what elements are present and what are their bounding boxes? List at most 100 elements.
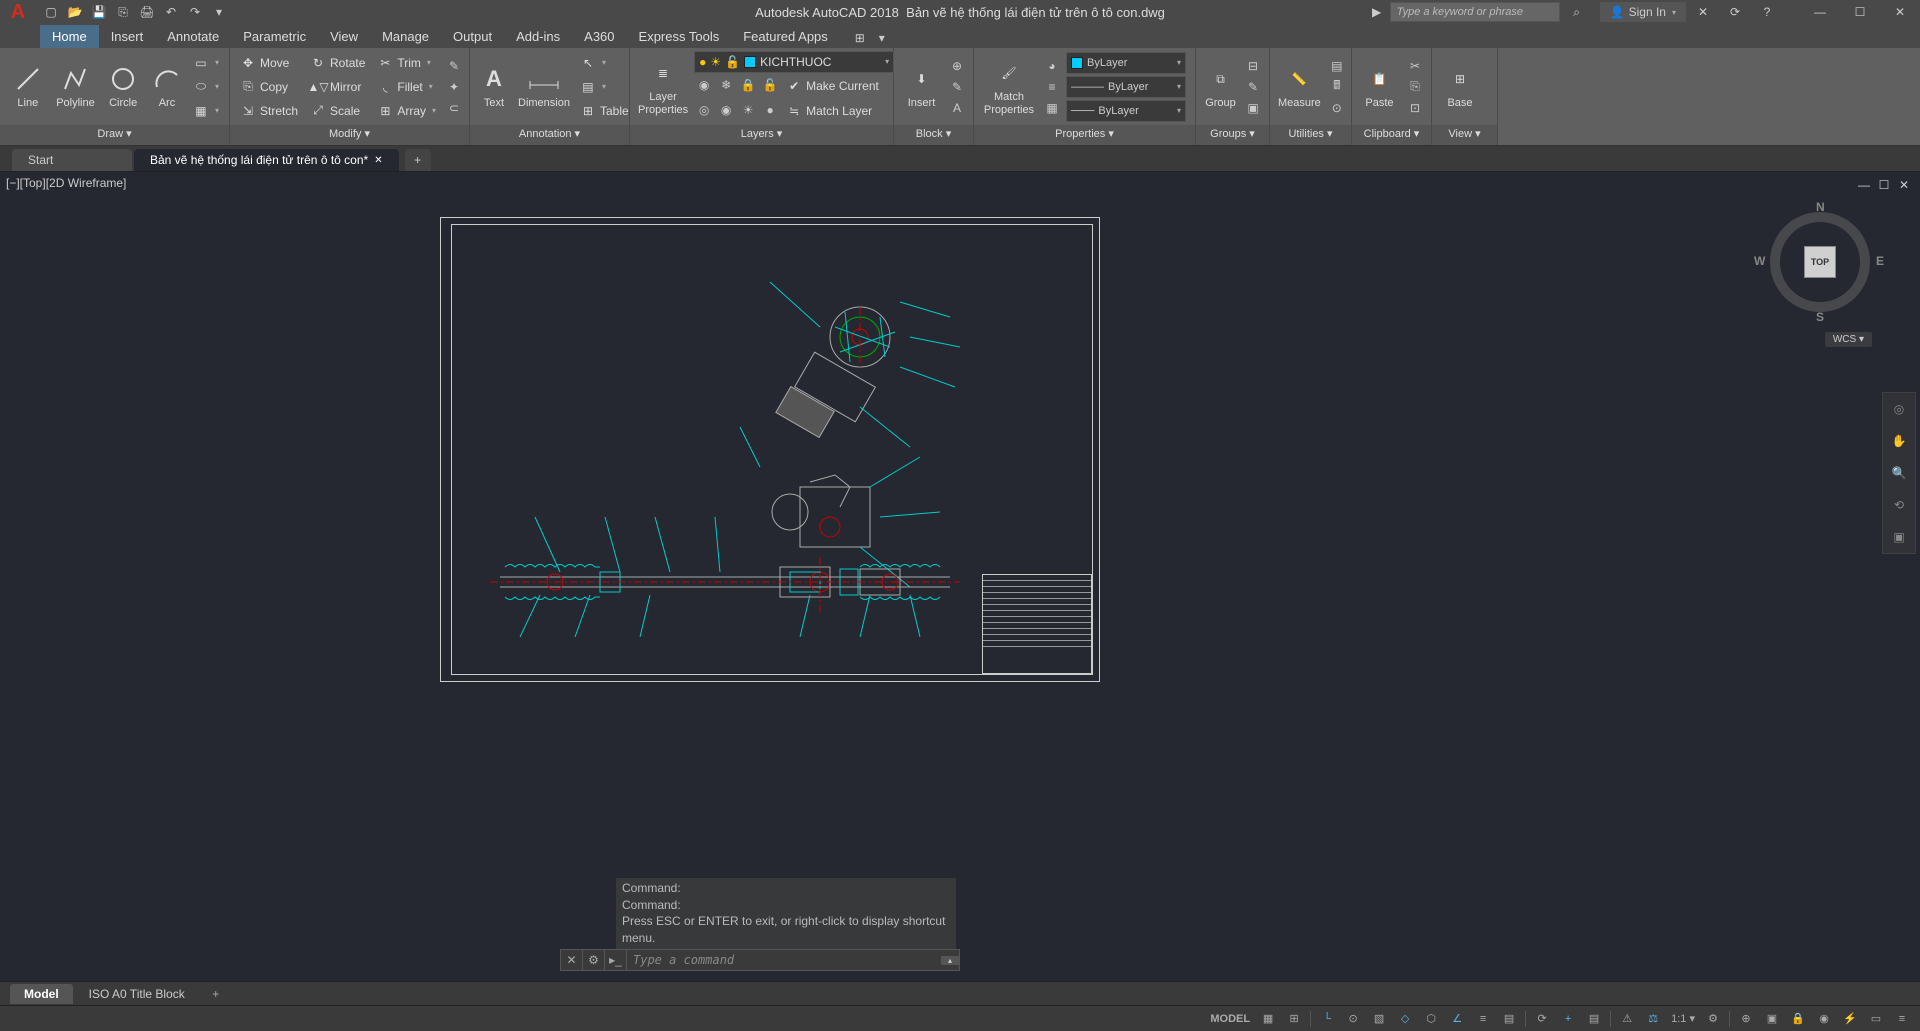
stretch-button[interactable]: ⇲Stretch (236, 99, 302, 122)
array-button[interactable]: ⊞Array▾ (373, 99, 440, 122)
viewcube-top[interactable]: TOP (1804, 246, 1836, 278)
layeruniso-icon[interactable]: ◉ (716, 100, 736, 120)
status-model[interactable]: MODEL (1206, 1008, 1254, 1030)
compass-e[interactable]: E (1876, 254, 1884, 268)
pan-icon[interactable]: ✋ (1883, 425, 1915, 457)
zoom-icon[interactable]: 🔍 (1883, 457, 1915, 489)
status-transparency-icon[interactable]: ▤ (1497, 1008, 1521, 1030)
vp-close-icon[interactable]: ✕ (1896, 178, 1912, 192)
tab-addins[interactable]: Add-ins (504, 25, 572, 48)
group-button[interactable]: ⧉Group (1202, 51, 1239, 123)
trim-button[interactable]: ✂Trim▾ (373, 51, 440, 74)
copyclip-icon[interactable]: ⎘ (1405, 77, 1425, 97)
scale-button[interactable]: ⤢Scale (306, 99, 369, 122)
explode-icon[interactable]: ✦ (444, 77, 464, 97)
layerunlock-icon[interactable]: 🔓 (760, 75, 780, 95)
search-input[interactable]: Type a keyword or phrase (1390, 2, 1560, 22)
groupsel-icon[interactable]: ▣ (1243, 98, 1263, 118)
vp-restore-icon[interactable]: ☐ (1876, 178, 1892, 192)
filetab-start[interactable]: Start (12, 149, 132, 171)
attr-icon[interactable]: A (947, 98, 967, 118)
linetype-dropdown[interactable]: ───ByLayer▾ (1066, 100, 1186, 122)
colorwheel-icon[interactable]: ◕ (1042, 56, 1062, 76)
edit-block-icon[interactable]: ✎ (947, 77, 967, 97)
tab-featuredapps[interactable]: Featured Apps (731, 25, 840, 48)
copy-button[interactable]: ⎘Copy (236, 75, 302, 98)
layerthaw-icon[interactable]: ☀ (738, 100, 758, 120)
matchprops-button[interactable]: 🖌Match Properties (980, 51, 1038, 123)
text-button[interactable]: AText (476, 51, 512, 123)
move-button[interactable]: ✥Move (236, 51, 302, 74)
panel-label-modify[interactable]: Modify ▾ (230, 125, 469, 145)
status-cycling-icon[interactable]: ⟳ (1530, 1008, 1554, 1030)
new-icon[interactable]: ▢ (40, 1, 62, 23)
ellipse-button[interactable]: ⬭▾ (189, 75, 223, 98)
rectangle-button[interactable]: ▭▾ (189, 51, 223, 74)
steering-wheel-icon[interactable]: ◎ (1883, 393, 1915, 425)
panel-label-groups[interactable]: Groups ▾ (1196, 125, 1269, 145)
ungroup-icon[interactable]: ⊟ (1243, 56, 1263, 76)
clipspecial-icon[interactable]: ⊡ (1405, 98, 1425, 118)
signin-button[interactable]: 👤 Sign In ▾ (1600, 2, 1686, 22)
panel-label-properties[interactable]: Properties ▾ (974, 125, 1195, 145)
erase-icon[interactable]: ✎ (444, 56, 464, 76)
filetab-active[interactable]: Bản vẽ hệ thống lái điện tử trên ô tô co… (134, 149, 399, 171)
tab-view[interactable]: View (318, 25, 370, 48)
arc-button[interactable]: Arc (149, 51, 185, 123)
panel-label-annotation[interactable]: Annotation ▾ (470, 125, 629, 145)
panel-label-draw[interactable]: Draw ▾ (0, 125, 229, 145)
layerprops-button[interactable]: ≣Layer Properties (636, 51, 690, 123)
tab-output[interactable]: Output (441, 25, 504, 48)
create-block-icon[interactable]: ⊕ (947, 56, 967, 76)
ribbon-minimize-icon[interactable]: ▾ (872, 28, 892, 48)
layerlock-icon[interactable]: 🔒 (738, 75, 758, 95)
layeriso-icon[interactable]: ◎ (694, 100, 714, 120)
fillet-button[interactable]: ◟Fillet▾ (373, 75, 440, 98)
paste-button[interactable]: 📋Paste (1358, 51, 1401, 123)
panel-label-layers[interactable]: Layers ▾ (630, 125, 893, 145)
offset-icon[interactable]: ⊂ (444, 98, 464, 118)
open-icon[interactable]: 📂 (64, 1, 86, 23)
print-icon[interactable]: 🖨 (136, 1, 158, 23)
layout-iso[interactable]: ISO A0 Title Block (75, 984, 199, 1004)
cmd-expand-icon[interactable]: ▴ (941, 956, 959, 965)
status-customize-icon[interactable]: ≡ (1890, 1008, 1914, 1030)
layout-model[interactable]: Model (10, 984, 73, 1004)
compass-w[interactable]: W (1754, 254, 1765, 268)
status-ortho-icon[interactable]: └ (1315, 1008, 1339, 1030)
add-tab-button[interactable]: + (405, 149, 431, 171)
search-play-icon[interactable]: ▶ (1366, 1, 1388, 23)
tab-insert[interactable]: Insert (99, 25, 156, 48)
status-ws-icon[interactable]: ⚙ (1701, 1008, 1725, 1030)
qat-dropdown-icon[interactable]: ▾ (208, 1, 230, 23)
wcs-badge[interactable]: WCS ▾ (1825, 332, 1872, 347)
status-iso-icon[interactable]: ▧ (1367, 1008, 1391, 1030)
redo-icon[interactable]: ↷ (184, 1, 206, 23)
rotate-button[interactable]: ↻Rotate (306, 51, 369, 74)
mirror-button[interactable]: ▲▽Mirror (306, 75, 369, 98)
lineweight-dropdown[interactable]: ———ByLayer▾ (1066, 76, 1186, 98)
layerfreeze-icon[interactable]: ❄ (716, 75, 736, 95)
layeron-icon[interactable]: ● (760, 100, 780, 120)
showmotion-icon[interactable]: ▣ (1883, 521, 1915, 553)
status-grid-icon[interactable]: ▦ (1256, 1008, 1280, 1030)
status-qprops-icon[interactable]: ▤ (1582, 1008, 1606, 1030)
stayconnected-icon[interactable]: ⟳ (1724, 1, 1746, 23)
status-dyninput-icon[interactable]: + (1556, 1008, 1580, 1030)
status-osnap-icon[interactable]: ◇ (1393, 1008, 1417, 1030)
base-button[interactable]: ⊞Base (1438, 51, 1482, 123)
save-icon[interactable]: 💾 (88, 1, 110, 23)
status-annomonitor-icon[interactable]: ⚠ (1615, 1008, 1639, 1030)
tab-annotate[interactable]: Annotate (155, 25, 231, 48)
groupedit-icon[interactable]: ✎ (1243, 77, 1263, 97)
close-button[interactable]: ✕ (1880, 0, 1920, 24)
compass-n[interactable]: N (1816, 200, 1825, 214)
tab-expresstools[interactable]: Express Tools (627, 25, 732, 48)
panel-label-view[interactable]: View ▾ (1432, 125, 1497, 145)
status-snap-icon[interactable]: ⊞ (1282, 1008, 1306, 1030)
line-button[interactable]: Line (6, 51, 50, 123)
close-tab-icon[interactable]: ✕ (374, 155, 382, 166)
cmd-recent-icon[interactable]: ⚙ (583, 950, 605, 970)
measure-button[interactable]: 📏Measure (1276, 51, 1323, 123)
status-lwdisplay-icon[interactable]: ≡ (1471, 1008, 1495, 1030)
